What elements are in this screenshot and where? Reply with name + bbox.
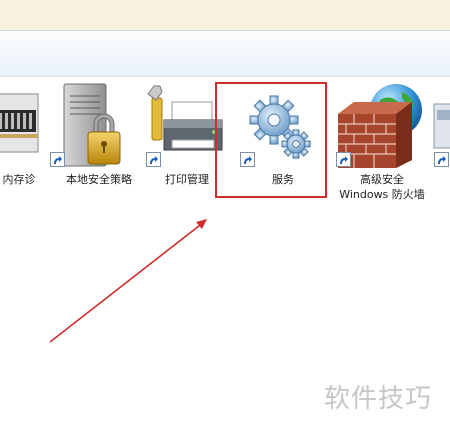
watermark-text: 软件技巧 [324,384,433,414]
watermark: 软件技巧 [318,362,450,431]
